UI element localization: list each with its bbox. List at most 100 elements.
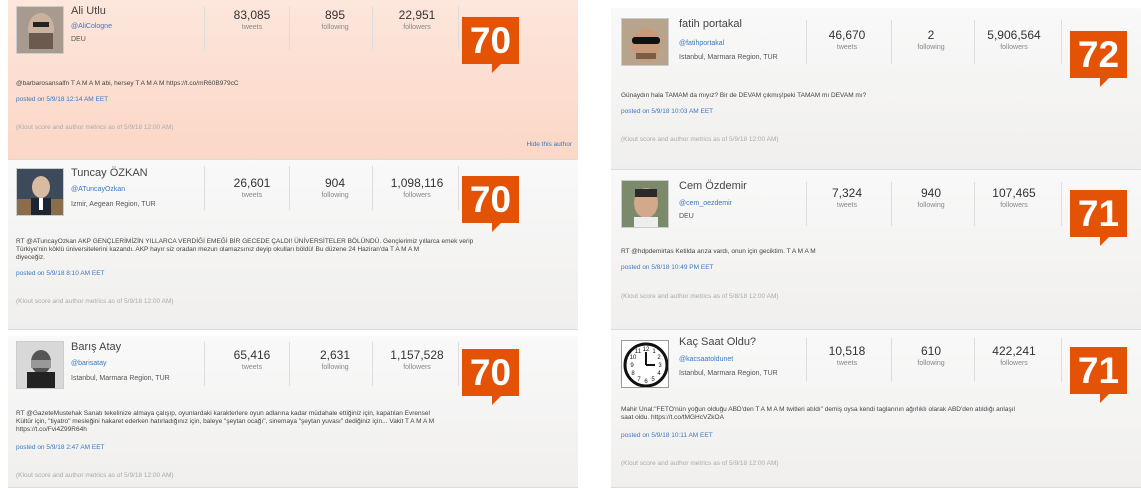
following-count: 2 — [927, 28, 935, 42]
divider — [372, 6, 373, 50]
author-handle[interactable]: @fatihportakal — [679, 40, 724, 47]
tweets-label: tweets — [241, 192, 263, 199]
tweet-text: Günaydın hala TAMAM da mıyız? Bir de DEV… — [621, 92, 867, 99]
tweets-count: 46,670 — [828, 28, 866, 42]
tweets-count: 65,416 — [233, 348, 271, 362]
author-card-fatih-portakal: fatih portakal @fatihportakal Istanbul, … — [611, 8, 1141, 170]
klout-score-badge: 70 — [462, 17, 519, 73]
followers-stat: 1,098,116 followers — [369, 176, 465, 199]
author-handle[interactable]: @AliCologne — [71, 23, 112, 30]
posted-link[interactable]: posted on 5/9/18 10:03 AM EET — [621, 108, 713, 115]
posted-link[interactable]: posted on 5/9/18 10:11 AM EET — [621, 432, 713, 439]
tweet-line: RT @ATuncayOzkan AKP GENÇLERİMİZİN YILLA… — [16, 238, 474, 245]
author-card-kac-saat-oldu: 12 3 6 9 1245 7 8 10 11 Kaç Saat Oldu? @kacsaa… — [611, 330, 1141, 488]
following-count: 610 — [920, 344, 942, 358]
following-stat: 895 following — [295, 8, 375, 31]
followers-stat: 22,951 followers — [377, 8, 457, 31]
following-count: 895 — [324, 8, 346, 22]
avatar[interactable] — [16, 341, 64, 389]
author-name[interactable]: Cem Özdemir — [679, 180, 747, 192]
divider — [458, 6, 459, 50]
posted-link[interactable]: posted on 5/8/18 10:49 PM EET — [621, 264, 714, 271]
following-stat: 610 following — [891, 344, 971, 367]
followers-label: followers — [403, 24, 431, 31]
tweets-stat: 83,085 tweets — [212, 8, 292, 31]
author-name[interactable]: Ali Utlu — [71, 5, 106, 17]
author-location: Izmir, Aegean Region, TUR — [71, 201, 156, 208]
divider — [458, 342, 459, 386]
tweet-line: Türkiye'nin köklü üniversitelerini kazan… — [16, 246, 420, 253]
tweets-label: tweets — [836, 360, 858, 367]
author-handle[interactable]: @cem_oezdemir — [679, 200, 732, 207]
klout-metrics-note: (Klout score and author metrics as of 5/… — [621, 293, 779, 300]
author-name[interactable]: Kaç Saat Oldu? — [679, 336, 756, 348]
divider — [204, 166, 205, 210]
tweet-text: RT @ATuncayOzkan AKP GENÇLERİMİZİN YILLA… — [16, 238, 576, 262]
following-count: 940 — [920, 186, 942, 200]
posted-link[interactable]: posted on 5/9/18 12:14 AM EET — [16, 96, 108, 103]
klout-score-badge: 70 — [462, 349, 519, 405]
tweet-line: saat oldu. https://t.co/tMGHcVZkOA — [621, 414, 724, 421]
followers-stat: 1,157,528 followers — [369, 348, 465, 371]
following-label: following — [321, 24, 349, 31]
author-handle[interactable]: @barisatay — [71, 360, 107, 367]
avatar[interactable] — [621, 18, 669, 66]
svg-text:11: 11 — [635, 349, 642, 355]
posted-link[interactable]: posted on 5/9/18 2:47 AM EET — [16, 444, 105, 451]
following-label: following — [917, 360, 945, 367]
divider — [1061, 20, 1062, 64]
author-location: Istanbul, Marmara Region, TUR — [679, 370, 778, 377]
following-stat: 940 following — [891, 186, 971, 209]
divider — [204, 6, 205, 50]
author-location: DEU — [679, 213, 694, 220]
tweets-label: tweets — [241, 24, 263, 31]
followers-label: followers — [403, 364, 431, 371]
tweets-stat: 46,670 tweets — [807, 28, 887, 51]
klout-score-badge: 72 — [1070, 31, 1127, 87]
followers-stat: 5,906,564 followers — [966, 28, 1062, 51]
posted-link[interactable]: posted on 5/9/18 8:10 AM EET — [16, 270, 105, 277]
tweets-stat: 10,518 tweets — [807, 344, 887, 367]
following-count: 904 — [324, 176, 346, 190]
author-handle[interactable]: @ATuncayOzkan — [71, 186, 125, 193]
followers-stat: 107,465 followers — [974, 186, 1054, 209]
divider — [289, 6, 290, 50]
klout-metrics-note: (Klout score and author metrics as of 5/… — [621, 136, 779, 143]
tweet-line: Kültür için, "tiyatro" mesleğini hakaret… — [16, 418, 435, 425]
klout-metrics-note: (Klout score and author metrics as of 5/… — [621, 460, 779, 467]
author-card-ali-utlu: Ali Utlu @AliCologne DEU 83,085 tweets 89… — [8, 0, 578, 160]
author-name[interactable]: Barış Atay — [71, 341, 121, 353]
author-location: DEU — [71, 36, 86, 43]
author-name[interactable]: fatih portakal — [679, 18, 742, 30]
followers-label: followers — [403, 192, 431, 199]
tweets-stat: 65,416 tweets — [204, 348, 300, 371]
klout-metrics-note: (Klout score and author metrics as of 5/… — [16, 472, 174, 479]
divider — [1061, 182, 1062, 226]
tweets-count: 7,324 — [831, 186, 863, 200]
klout-metrics-note: (Klout score and author metrics as of 5/… — [16, 124, 174, 131]
tweet-text: RT @hdpdemirtas Ketilda arıza vardı, onu… — [621, 248, 816, 255]
avatar[interactable] — [621, 180, 669, 228]
author-handle[interactable]: @kacsaatoldunet — [679, 356, 733, 363]
divider — [458, 166, 459, 210]
klout-metrics-note: (Klout score and author metrics as of 5/… — [16, 298, 174, 305]
clock-icon: 12369 1245 781011 — [622, 341, 668, 387]
followers-count: 22,951 — [398, 8, 436, 22]
divider — [1061, 338, 1062, 382]
followers-label: followers — [1000, 44, 1028, 51]
following-label: following — [321, 364, 349, 371]
following-label: following — [917, 202, 945, 209]
avatar[interactable] — [16, 6, 64, 54]
avatar[interactable] — [16, 168, 64, 216]
klout-score-badge: 71 — [1070, 347, 1127, 403]
author-card-tuncay-ozkan: Tuncay ÖZKAN @ATuncayOzkan Izmir, Aegean… — [8, 160, 578, 330]
author-name[interactable]: Tuncay ÖZKAN — [71, 167, 148, 179]
hide-author-link[interactable]: Hide this author — [526, 141, 572, 148]
tweets-count: 26,601 — [233, 176, 271, 190]
tweets-count: 83,085 — [233, 8, 271, 22]
avatar[interactable]: 12 3 6 9 1245 7 8 10 11 — [621, 340, 669, 388]
following-stat: 2,631 following — [295, 348, 375, 371]
author-location: Istanbul, Marmara Region, TUR — [679, 54, 778, 61]
followers-count: 1,157,528 — [390, 348, 444, 362]
divider — [289, 342, 290, 386]
